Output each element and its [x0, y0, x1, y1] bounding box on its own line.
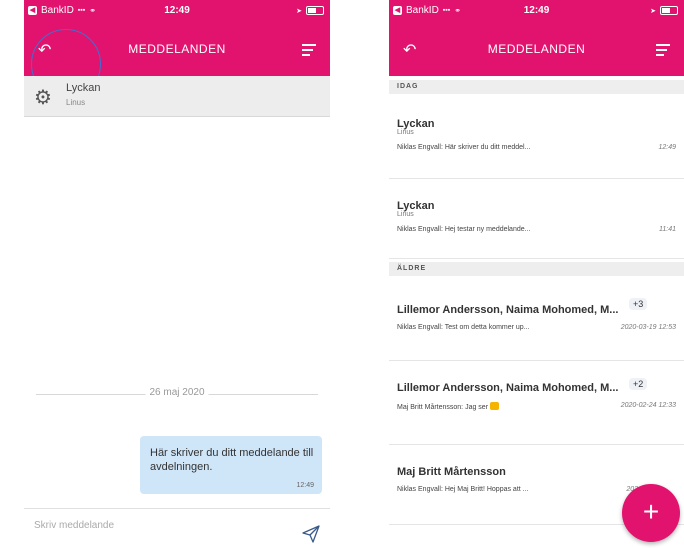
- battery-icon: [660, 6, 678, 15]
- conversation-time: 2020-02-24 12:33: [620, 402, 676, 409]
- conversation-time: 12:49: [658, 144, 676, 151]
- page-title: MEDDELANDEN: [487, 42, 586, 56]
- status-time: 12:49: [164, 5, 190, 16]
- message-bubble[interactable]: Här skriver du ditt meddelande till avde…: [140, 436, 322, 494]
- conversation-preview: Maj Britt Mårtensson: Jag ser: [397, 404, 489, 411]
- conversation-subtitle: Linus: [397, 211, 414, 218]
- conversation-item[interactable]: Lyckan Linus Niklas Engvall: Här skriver…: [389, 94, 684, 179]
- chat-screen: ◀ BankID ▪▪▪ ⚭ 12:49 ➤ ↶ MEDDELANDEN ⚙ L…: [24, 0, 330, 548]
- section-label: ÄLDRE: [397, 265, 427, 272]
- conversation-preview: Niklas Engvall: Test om detta kommer up.…: [397, 324, 530, 331]
- message-input[interactable]: [32, 519, 266, 532]
- status-time: 12:49: [523, 5, 550, 16]
- conversation-preview: Niklas Engvall: Hej testar ny meddelande…: [397, 226, 531, 233]
- date-separator: 26 maj 2020: [36, 387, 318, 400]
- conversation-time: 2020-03-19 12:53: [620, 324, 676, 331]
- date-separator-label: 26 maj 2020: [145, 387, 209, 398]
- conversation-item[interactable]: Lyckan Linus Niklas Engvall: Hej testar …: [389, 178, 684, 259]
- menu-icon[interactable]: [656, 44, 670, 56]
- thread-name: Lyckan: [66, 82, 101, 94]
- status-bar: ◀ BankID ▪▪▪ ⚭ 12:49 ➤: [24, 0, 330, 22]
- thread-info-bar[interactable]: ⚙ Lyckan Linus: [24, 76, 330, 117]
- message-text: Här skriver du ditt meddelande till avde…: [150, 447, 314, 473]
- conversation-preview-row: Maj Britt Mårtensson: Jag ser: [397, 402, 499, 411]
- conversation-preview: Niklas Engvall: Här skriver du ditt medd…: [397, 144, 531, 151]
- participant-count-badge: +3: [629, 298, 648, 310]
- new-message-button[interactable]: +: [622, 484, 680, 542]
- section-label: IDAG: [397, 83, 419, 90]
- conversation-item[interactable]: Lillemor Andersson, Naima Mohomed, M... …: [389, 360, 684, 445]
- thread-subtitle: Linus: [66, 98, 86, 107]
- section-header-older: ÄLDRE: [389, 262, 684, 276]
- participant-count-badge: +2: [629, 378, 648, 390]
- conversation-preview: Niklas Engvall: Hej Maj Britt! Hoppas at…: [397, 486, 529, 493]
- menu-icon[interactable]: [302, 44, 316, 56]
- battery-icon: [306, 6, 324, 15]
- message-time: 12:49: [296, 482, 314, 489]
- conversation-item[interactable]: Lillemor Andersson, Naima Mohomed, M... …: [389, 276, 684, 361]
- conversation-name: Lillemor Andersson, Naima Mohomed, M...: [397, 382, 619, 394]
- compose-bar: [24, 508, 330, 548]
- status-indicators: ➤: [296, 6, 324, 15]
- gear-icon[interactable]: ⚙: [34, 85, 52, 110]
- thumbs-up-icon: [489, 402, 499, 410]
- status-indicators: ➤: [650, 6, 678, 15]
- location-icon: ➤: [650, 7, 656, 15]
- conversation-time: 11:41: [659, 226, 676, 233]
- conversation-name: Lillemor Andersson, Naima Mohomed, M...: [397, 304, 619, 316]
- status-bar: ◀ BankID ▪▪▪ ⚭ 12:49 ➤: [389, 0, 684, 22]
- section-header-today: IDAG: [389, 80, 684, 94]
- location-icon: ➤: [296, 7, 302, 15]
- app-header: ↶ MEDDELANDEN: [389, 22, 684, 76]
- send-icon[interactable]: [302, 525, 320, 543]
- messages-list-screen: ◀ BankID ▪▪▪ ⚭ 12:49 ➤ ↶ MEDDELANDEN IDA…: [389, 0, 684, 548]
- conversation-name: Maj Britt Mårtensson: [397, 466, 506, 478]
- conversation-subtitle: Linus: [397, 129, 414, 136]
